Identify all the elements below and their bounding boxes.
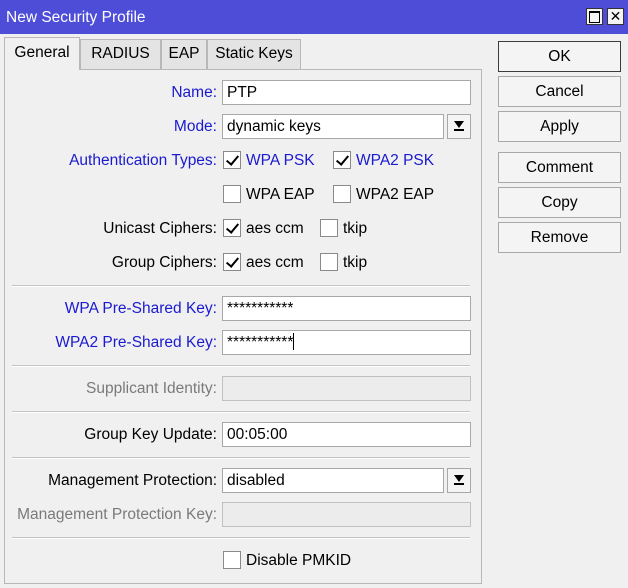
window-title: New Security Profile: [6, 9, 146, 26]
mode-dropdown-icon[interactable]: [447, 114, 471, 139]
separator: [12, 411, 470, 413]
wpa-psk-key-input[interactable]: ***********: [222, 296, 471, 321]
apply-button[interactable]: Apply: [498, 111, 621, 142]
wpa2-psk-key-label: WPA2 Pre-Shared Key:: [55, 334, 217, 351]
wpa-psk-label: WPA PSK: [246, 152, 315, 169]
auth-types-label: Authentication Types:: [69, 152, 217, 169]
wpa2-eap-label: WPA2 EAP: [356, 186, 435, 203]
cancel-button[interactable]: Cancel: [498, 76, 621, 107]
unicast-aes-ccm-checkbox[interactable]: [223, 219, 241, 237]
mode-select[interactable]: dynamic keys: [222, 114, 444, 139]
management-protection-key-label: Management Protection Key:: [17, 506, 217, 523]
wpa2-eap-checkbox[interactable]: [333, 185, 351, 203]
copy-button[interactable]: Copy: [498, 187, 621, 218]
wpa-psk-key-label: WPA Pre-Shared Key:: [64, 300, 217, 317]
management-protection-dropdown-icon[interactable]: [447, 468, 471, 493]
tab-radius[interactable]: RADIUS: [80, 39, 161, 69]
disable-pmkid-label: Disable PMKID: [246, 552, 352, 569]
group-ciphers-label: Group Ciphers:: [111, 254, 217, 271]
name-label: Name:: [171, 84, 217, 101]
wpa2-psk-key-input[interactable]: ***********: [222, 330, 471, 355]
management-protection-label: Management Protection:: [48, 472, 217, 489]
group-aes-ccm-label: aes ccm: [246, 254, 304, 271]
group-tkip-checkbox[interactable]: [320, 253, 338, 271]
separator: [12, 285, 470, 287]
unicast-tkip-checkbox[interactable]: [320, 219, 338, 237]
management-protection-key-input[interactable]: [222, 502, 471, 527]
supplicant-identity-label: Supplicant Identity:: [86, 380, 217, 397]
text-cursor: [293, 333, 295, 350]
tab-eap[interactable]: EAP: [161, 39, 207, 69]
security-profile-window: New Security Profile ✕ General RADIUS EA…: [0, 0, 628, 588]
wpa-eap-checkbox[interactable]: [223, 185, 241, 203]
mode-label: Mode:: [173, 118, 217, 135]
comment-button[interactable]: Comment: [498, 152, 621, 183]
wpa2-psk-label: WPA2 PSK: [356, 152, 435, 169]
title-bar[interactable]: New Security Profile ✕: [0, 0, 628, 34]
group-key-update-input[interactable]: 00:05:00: [222, 422, 471, 447]
remove-button[interactable]: Remove: [498, 222, 621, 253]
tab-static-keys[interactable]: Static Keys: [207, 39, 301, 69]
group-tkip-label: tkip: [343, 254, 368, 271]
separator: [12, 537, 470, 539]
unicast-tkip-label: tkip: [343, 220, 368, 237]
unicast-aes-ccm-label: aes ccm: [246, 220, 304, 237]
disable-pmkid-checkbox[interactable]: [223, 551, 241, 569]
wpa2-psk-checkbox[interactable]: [333, 151, 351, 169]
close-icon[interactable]: ✕: [607, 8, 624, 25]
separator: [12, 457, 470, 459]
unicast-ciphers-label: Unicast Ciphers:: [103, 220, 217, 237]
ok-button[interactable]: OK: [498, 41, 621, 72]
wpa-eap-label: WPA EAP: [246, 186, 315, 203]
tab-general[interactable]: General: [4, 37, 80, 70]
wpa-psk-checkbox[interactable]: [223, 151, 241, 169]
maximize-icon[interactable]: [586, 8, 603, 25]
separator: [12, 365, 470, 367]
group-aes-ccm-checkbox[interactable]: [223, 253, 241, 271]
wpa2-psk-key-value: ***********: [227, 334, 294, 351]
group-key-update-label: Group Key Update:: [84, 426, 217, 443]
name-input[interactable]: PTP: [222, 80, 471, 105]
supplicant-identity-input[interactable]: [222, 376, 471, 401]
management-protection-select[interactable]: disabled: [222, 468, 444, 493]
